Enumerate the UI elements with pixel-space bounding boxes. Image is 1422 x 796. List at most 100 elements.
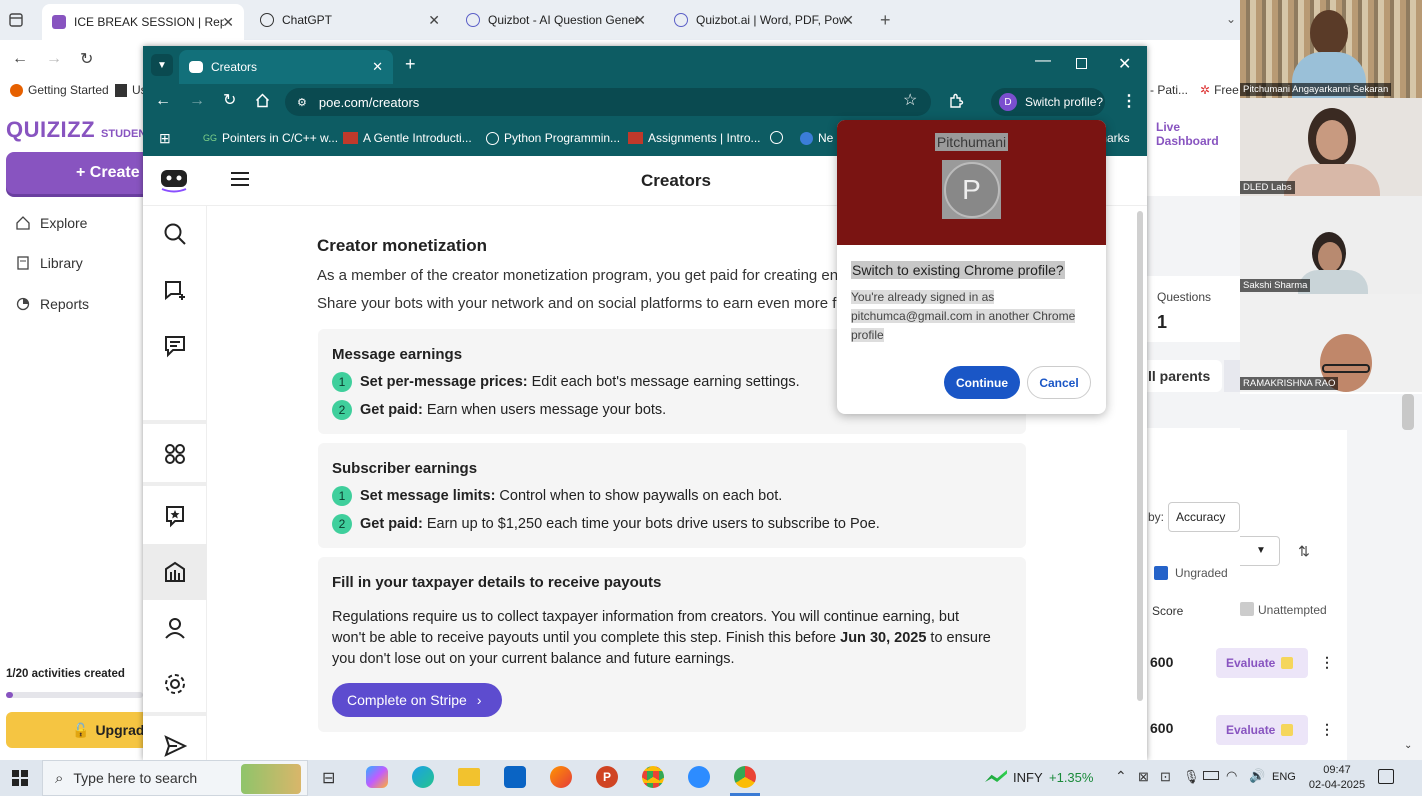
firefox-icon[interactable] [550, 766, 572, 788]
home-icon[interactable] [255, 93, 270, 108]
create-button[interactable]: + Create [6, 152, 156, 194]
search-icon[interactable] [143, 206, 207, 262]
popup-tab[interactable]: Creators ✕ [179, 50, 393, 84]
apps-grid-icon[interactable]: ⊞ [159, 130, 171, 147]
task-view-icon[interactable]: ⊟ [322, 768, 335, 788]
nav-library[interactable]: Library [16, 255, 83, 271]
forward-icon[interactable]: → [46, 50, 62, 68]
notification-icon[interactable] [1378, 769, 1394, 784]
menu-icon[interactable]: ⋮ [1121, 91, 1137, 111]
bookmark-item[interactable]: A Gentle Introducti... [343, 131, 472, 145]
close-icon[interactable]: ✕ [372, 59, 383, 75]
back-icon[interactable]: ← [155, 92, 171, 110]
chevron-down-icon[interactable]: ⌄ [1226, 12, 1236, 26]
video-tile[interactable]: DLED Labs [1240, 98, 1422, 196]
reload-icon[interactable]: ↻ [223, 90, 236, 110]
outlook-icon[interactable] [504, 766, 526, 788]
wifi-icon[interactable]: ◠ [1226, 768, 1237, 784]
chrome-icon[interactable] [642, 766, 664, 788]
settings-icon[interactable] [143, 656, 207, 712]
browser-tab[interactable]: ICE BREAK SESSION | Reports | Q ✕ [42, 4, 244, 40]
site-settings-icon[interactable]: ⚙ [297, 96, 307, 109]
language-indicator[interactable]: ENG [1272, 771, 1296, 783]
bookmark-item[interactable]: Python Programmin... [486, 131, 620, 145]
reload-icon[interactable]: ↻ [80, 49, 93, 69]
new-tab-icon[interactable]: + [880, 10, 891, 31]
maximize-icon[interactable] [1076, 58, 1087, 69]
nav-explore[interactable]: Explore [16, 215, 87, 231]
sort-order-icon[interactable]: ⇅ [1284, 536, 1324, 566]
minimize-icon[interactable]: — [1035, 52, 1051, 70]
cancel-button[interactable]: Cancel [1027, 366, 1091, 399]
more-options-icon[interactable]: ⋮ [1320, 721, 1334, 738]
scrollbar-thumb[interactable] [1137, 211, 1143, 701]
tray-icon[interactable]: ⊠ [1138, 769, 1149, 785]
powerpoint-icon[interactable]: P [596, 766, 618, 788]
create-bot-icon[interactable] [143, 262, 207, 318]
bookmark-item[interactable]: Ne [800, 131, 833, 145]
close-icon[interactable]: ✕ [634, 12, 646, 29]
switch-profile-button[interactable]: D Switch profile? [991, 88, 1105, 116]
tab-all-parents[interactable]: ll parents [1146, 360, 1222, 392]
profile-icon[interactable] [143, 600, 207, 656]
file-explorer-icon[interactable] [458, 768, 480, 786]
continue-button[interactable]: Continue [944, 366, 1020, 399]
dropdown-caret-icon[interactable]: ▼ [1240, 536, 1280, 566]
creators-icon[interactable] [143, 544, 207, 600]
microphone-icon[interactable]: 🎙 [1183, 769, 1200, 785]
complete-on-stripe-button[interactable]: Complete on Stripe › [332, 683, 502, 717]
quizizz-logo[interactable]: QUIZIZZ [6, 117, 95, 143]
send-icon[interactable] [143, 718, 207, 760]
volume-icon[interactable]: 🔊 [1249, 768, 1265, 784]
chats-icon[interactable] [143, 318, 207, 374]
close-icon[interactable]: ✕ [428, 12, 440, 29]
show-hidden-icons-icon[interactable]: ⌃ [1115, 768, 1127, 785]
live-dashboard-link[interactable]: Live Dashboard [1146, 120, 1240, 148]
zoom-icon[interactable] [688, 766, 710, 788]
video-tile[interactable]: RAMAKRISHNA RAO [1240, 294, 1422, 392]
video-tile[interactable]: Sakshi Sharma [1240, 196, 1422, 294]
tab-list-icon[interactable]: ▼ [151, 54, 173, 76]
stock-name[interactable]: INFY [1013, 770, 1043, 785]
chrome-icon[interactable] [734, 766, 756, 788]
copilot-icon[interactable] [366, 766, 388, 788]
scroll-down-icon[interactable]: ⌄ [1404, 740, 1412, 751]
evaluate-button[interactable]: Evaluate [1216, 648, 1308, 678]
nav-reports[interactable]: Reports [16, 296, 89, 312]
apps-icon[interactable] [143, 426, 207, 482]
tray-icon[interactable]: ⊡ [1160, 769, 1171, 785]
edge-icon[interactable] [412, 766, 434, 788]
battery-icon[interactable] [1203, 771, 1219, 780]
back-icon[interactable]: ← [12, 50, 28, 68]
video-tile[interactable]: Pitchumani Angayarkanni Sekaran [1240, 0, 1422, 98]
bookmark-item[interactable]: - Pati... [1150, 83, 1188, 97]
bookmark-item[interactable]: Getting Started [10, 83, 109, 97]
close-window-icon[interactable]: ✕ [1118, 54, 1131, 74]
bookmark-item[interactable]: GG Pointers in C/C++ w... [203, 131, 338, 145]
clock[interactable]: 09:47 02-04-2025 [1307, 763, 1367, 793]
close-icon[interactable]: ✕ [842, 12, 854, 29]
extensions-icon[interactable] [948, 93, 964, 109]
bookmark-star-icon[interactable]: ☆ [903, 90, 917, 110]
starred-icon[interactable] [143, 488, 207, 544]
clock-time: 09:47 [1323, 764, 1351, 776]
bookmark-item[interactable] [770, 131, 783, 147]
bookmark-item[interactable]: Us [115, 83, 147, 97]
taskbar-search[interactable]: ⌕ Type here to search [42, 760, 308, 796]
tab-search-icon[interactable] [8, 12, 24, 28]
sort-dropdown[interactable]: Accuracy [1168, 502, 1240, 532]
browser-tab[interactable]: ChatGPT ✕ [250, 4, 450, 36]
forward-icon[interactable]: → [189, 92, 205, 110]
new-tab-icon[interactable]: + [405, 54, 416, 75]
evaluate-button[interactable]: Evaluate [1216, 715, 1308, 745]
bookmark-item[interactable]: ✲ Free [1200, 83, 1239, 97]
bookmark-item[interactable]: Assignments | Intro... [628, 131, 761, 145]
windows-start-icon[interactable] [12, 770, 28, 786]
upgrade-button[interactable]: 🔓 Upgrade [6, 712, 156, 748]
browser-tab[interactable]: Quizbot - AI Question Generato ✕ [456, 4, 656, 36]
close-icon[interactable]: ✕ [222, 14, 234, 31]
url-field[interactable]: ⚙ poe.com/creators [285, 88, 931, 116]
scrollbar-thumb[interactable] [1402, 394, 1414, 430]
more-options-icon[interactable]: ⋮ [1320, 654, 1334, 671]
browser-tab[interactable]: Quizbot.ai | Word, PDF, PowerPo ✕ [664, 4, 864, 36]
